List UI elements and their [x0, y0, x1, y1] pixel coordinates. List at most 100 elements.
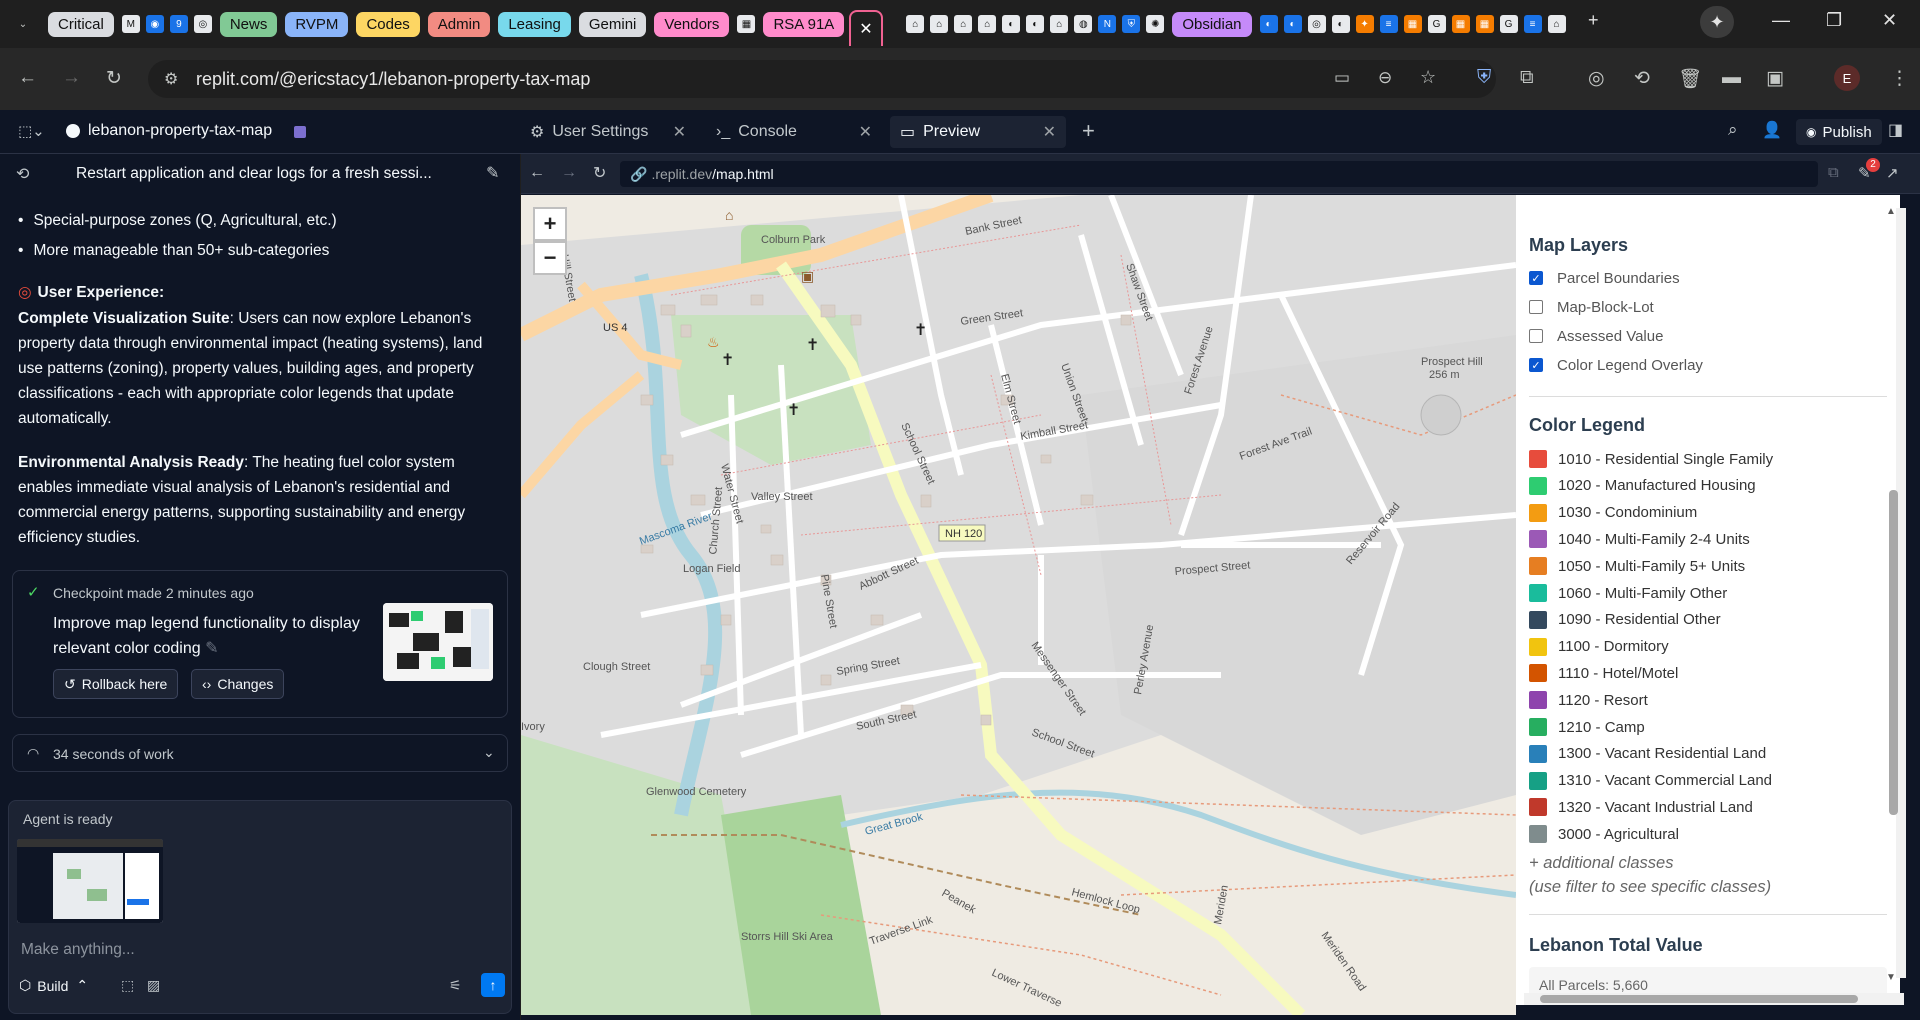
tab-group-vendors[interactable]: Vendors — [654, 11, 730, 37]
screenshot-icon[interactable]: ⬚ — [121, 977, 134, 994]
history-icon[interactable]: ⟲ — [16, 164, 29, 184]
publish-button[interactable]: ◉ Publish — [1796, 119, 1882, 145]
new-tab-icon[interactable]: + — [1588, 10, 1599, 31]
docs-icon[interactable]: ≡ — [1379, 15, 1398, 33]
tab-group-rvpm[interactable]: RVPM — [285, 11, 349, 37]
send-button[interactable]: ↑ — [481, 973, 505, 997]
extensions-icon[interactable]: ⧉ — [1520, 67, 1534, 89]
restore-icon[interactable]: ❐ — [1826, 10, 1842, 31]
search-icon[interactable]: ⌕ — [1728, 120, 1738, 140]
site-icon[interactable]: ▦ — [737, 15, 756, 33]
calendar-icon[interactable]: 9 — [169, 15, 188, 33]
home-icon[interactable]: ⌂ — [930, 15, 949, 33]
devtools-icon[interactable]: ⧉ — [1828, 164, 1839, 181]
incognito-icon[interactable]: ◎ — [1588, 67, 1605, 90]
bitwarden-icon[interactable]: ⛨ — [1477, 67, 1491, 89]
delete-icon[interactable]: 🗑 — [1678, 67, 1702, 91]
app-icon[interactable]: ▦ — [1403, 15, 1422, 33]
scroll-down-icon[interactable]: ▼ — [1886, 972, 1896, 983]
layer-toggle-map-block-lot[interactable]: Map-Block-Lot — [1529, 296, 1654, 318]
invite-icon[interactable]: 👤 — [1762, 120, 1782, 140]
home-icon[interactable]: ⌂ — [906, 15, 925, 33]
checkbox-unchecked[interactable] — [1529, 300, 1543, 314]
close-window-icon[interactable]: ✕ — [1882, 10, 1897, 31]
github-icon[interactable]: ◐ — [1026, 15, 1045, 33]
forward-icon[interactable]: → — [62, 67, 81, 89]
google-icon[interactable]: G — [1499, 15, 1518, 33]
preview-back-icon[interactable]: ← — [529, 164, 545, 182]
tab-group-codes[interactable]: Codes — [356, 11, 420, 37]
preview-url-bar[interactable]: 🔗 .replit.dev/map.html — [620, 161, 1818, 187]
layer-toggle-color-legend-overlay[interactable]: ✓ Color Legend Overlay — [1529, 354, 1703, 376]
close-icon[interactable]: ✕ — [859, 122, 872, 142]
nh-icon[interactable]: ◍ — [1074, 15, 1093, 33]
edit-icon[interactable]: ✎ — [205, 640, 218, 657]
photos-icon[interactable]: ◎ — [193, 15, 212, 33]
site-info-icon[interactable]: ⚙ — [164, 69, 178, 89]
rollback-button[interactable]: ↺ Rollback here — [53, 669, 179, 699]
legend-scroll-thumb[interactable] — [1889, 490, 1898, 815]
attached-screenshot[interactable] — [17, 839, 163, 923]
layer-toggle-parcel-boundaries[interactable]: ✓ Parcel Boundaries — [1529, 267, 1680, 289]
bitwarden-icon[interactable]: ◐ — [1259, 15, 1278, 33]
home-icon[interactable]: ⌂ — [1050, 15, 1069, 33]
tab-group-rsa-91a[interactable]: RSA 91A — [763, 11, 845, 37]
install-app-icon[interactable]: ▭ — [1334, 68, 1350, 88]
tab-console[interactable]: ›_ Console ✕ — [706, 116, 882, 148]
gemini-icon[interactable]: ✦ — [1355, 15, 1374, 33]
zoom-icon[interactable]: ⊖ — [1378, 68, 1392, 88]
preview-reload-icon[interactable]: ↻ — [593, 163, 606, 183]
active-tab[interactable]: ✕ — [849, 10, 883, 46]
checkbox-checked[interactable]: ✓ — [1529, 358, 1543, 372]
checkbox-checked[interactable]: ✓ — [1529, 271, 1543, 285]
home-icon[interactable]: ⌂ — [1547, 15, 1566, 33]
layer-toggle-assessed-value[interactable]: Assessed Value — [1529, 325, 1663, 347]
close-icon[interactable]: ✕ — [1043, 122, 1056, 142]
tab-preview[interactable]: ▭ Preview ✕ — [890, 116, 1066, 148]
tab-group-news[interactable]: News — [219, 11, 278, 37]
app-icon[interactable]: ◉ — [145, 15, 164, 33]
preview-forward-icon[interactable]: → — [561, 164, 577, 182]
checkbox-unchecked[interactable] — [1529, 329, 1543, 343]
build-mode-button[interactable]: ⬡ Build ⌃ — [19, 977, 88, 994]
app-icon[interactable]: ▦ — [1451, 15, 1470, 33]
chevron-down-icon[interactable]: ⌄ — [483, 744, 495, 761]
bitwarden-icon[interactable]: ◐ — [1283, 15, 1302, 33]
google-icon[interactable]: G — [1427, 15, 1446, 33]
replit-menu-icon[interactable]: ⬚⌄ — [18, 122, 45, 140]
tab-group-admin[interactable]: Admin — [427, 11, 491, 37]
tab-group-obsidian[interactable]: Obsidian — [1172, 11, 1252, 37]
prompt-input[interactable]: Make anything... — [21, 941, 135, 959]
docs-icon[interactable]: ≡ — [1523, 15, 1542, 33]
scroll-up-icon[interactable]: ▲ — [1886, 206, 1896, 217]
shield-icon[interactable]: ⛨ — [1122, 15, 1141, 33]
changes-button[interactable]: ‹› Changes — [191, 669, 285, 699]
image-icon[interactable]: ▨ — [147, 977, 160, 994]
github-icon[interactable]: ◐ — [1331, 15, 1350, 33]
nh-icon[interactable]: N — [1098, 15, 1117, 33]
zoom-in-button[interactable]: + — [533, 207, 567, 241]
settings-sliders-icon[interactable]: ⚟ — [449, 977, 462, 994]
tab-user-settings[interactable]: ⚙ User Settings ✕ — [520, 116, 696, 148]
menu-icon[interactable]: ⋮ — [1890, 67, 1909, 90]
open-new-tab-icon[interactable]: ↗ — [1886, 164, 1899, 182]
work-summary[interactable]: ◠ 34 seconds of work ⌄ — [12, 734, 508, 772]
project-name[interactable]: lebanon-property-tax-map — [88, 122, 272, 140]
map-view[interactable]: Prospect Hill 256 m Bank Street Colburn … — [521, 195, 1516, 1015]
map-canvas[interactable]: Prospect Hill 256 m Bank Street Colburn … — [521, 195, 1516, 1015]
tab-group-critical[interactable]: Critical — [48, 11, 114, 37]
card-icon[interactable]: ▬ — [1722, 67, 1741, 89]
minimize-icon[interactable]: — — [1772, 10, 1790, 31]
checkpoint-thumbnail[interactable] — [383, 603, 493, 681]
reload-icon[interactable]: ↻ — [106, 67, 122, 90]
openai-icon[interactable]: ✺ — [1146, 15, 1165, 33]
session-title[interactable]: Restart application and clear logs for a… — [76, 165, 432, 183]
layout-icon[interactable]: ◨ — [1888, 120, 1903, 140]
gemini-icon[interactable]: ✦ — [1700, 6, 1734, 38]
app-icon[interactable]: ▦ — [1475, 15, 1494, 33]
add-tab-icon[interactable]: + — [1082, 118, 1095, 144]
history-icon[interactable]: ⟲ — [1634, 67, 1650, 90]
bookmark-star-icon[interactable]: ☆ — [1420, 67, 1436, 88]
legend-h-scroll-thumb[interactable] — [1540, 995, 1858, 1003]
tab-group-leasing[interactable]: Leasing — [498, 11, 571, 37]
